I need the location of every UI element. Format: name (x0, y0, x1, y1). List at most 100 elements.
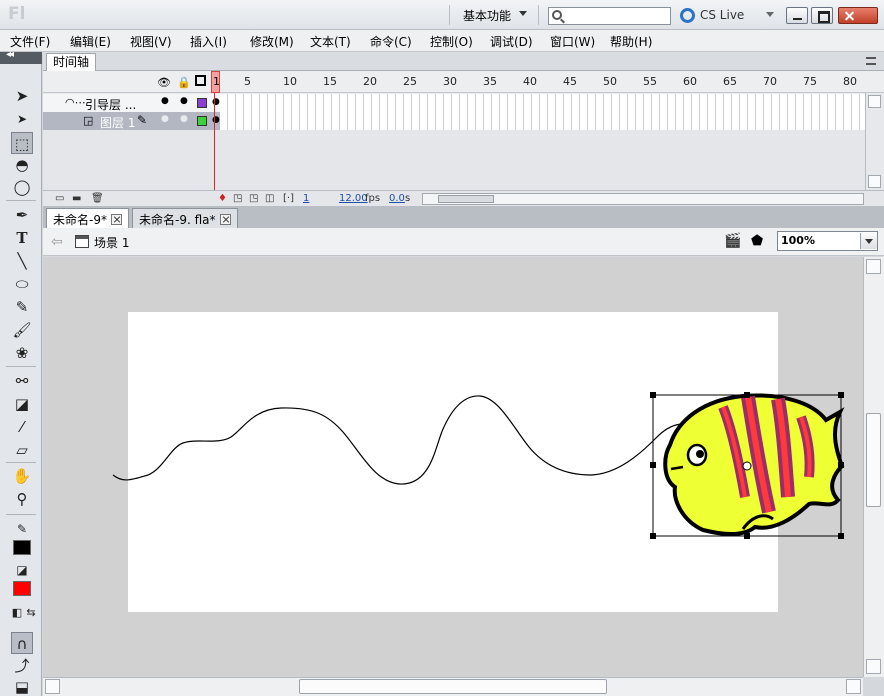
zoom-value[interactable]: 100% (781, 234, 815, 247)
lock-dot-icon[interactable]: ● (180, 114, 188, 124)
frames-guide-layer[interactable] (220, 94, 865, 112)
stage-horizontal-scrollbar[interactable] (43, 677, 863, 696)
layer-name[interactable]: 引导层 ... (85, 96, 136, 113)
close-icon[interactable] (110, 214, 122, 225)
transform-handle[interactable] (838, 533, 844, 539)
collapse-icon[interactable]: ◂◂ (6, 49, 14, 60)
layer-row-guide[interactable]: ◠⋯ 引导层 ... ● ● ● (43, 94, 866, 112)
tab-label[interactable]: 未命名-9. fla* (139, 213, 216, 227)
3d-rotation-icon[interactable]: ◓ (11, 154, 33, 176)
brush-icon[interactable]: 🖌 (11, 319, 33, 341)
timeline-vertical-scrollbar[interactable] (865, 93, 884, 190)
transform-handle[interactable] (744, 392, 750, 398)
transform-handle[interactable] (650, 533, 656, 539)
scroll-up-arrow[interactable] (866, 259, 881, 274)
scroll-down-arrow[interactable] (868, 175, 881, 188)
eraser-icon[interactable]: ▱ (11, 439, 33, 461)
cs-live-label[interactable]: CS Live (700, 8, 744, 22)
stage-vertical-scrollbar[interactable] (863, 257, 884, 677)
tab-label[interactable]: 未命名-9* (53, 213, 107, 227)
tab-document-2[interactable]: 未命名-9. fla* (132, 208, 238, 228)
workspace-switcher[interactable]: 基本功能 (463, 7, 511, 24)
paint-bucket-icon[interactable]: ◪ (11, 393, 33, 415)
outline-icon[interactable] (195, 75, 206, 86)
edit-scene-icon[interactable]: 🎬 (724, 233, 741, 249)
layer-name-area[interactable]: ◲ 图层 1 ✎ ● ● (45, 112, 211, 130)
transform-handle[interactable] (744, 533, 750, 539)
pasteboard[interactable] (43, 257, 863, 677)
straighten-icon[interactable]: ⬓ (11, 676, 33, 696)
swap-colors-icon[interactable]: ⇆ (20, 602, 42, 624)
menu-commands[interactable]: 命令(C) (370, 33, 412, 50)
current-frame-value[interactable]: 1 (303, 193, 309, 204)
visible-dot-icon[interactable]: ● (161, 114, 169, 124)
snap-icon[interactable]: ∩ (11, 632, 33, 654)
tab-timeline[interactable]: 时间轴 (46, 53, 96, 71)
fill-color-icon[interactable]: ◪ (11, 559, 33, 581)
tab-document-1[interactable]: 未命名-9* (46, 208, 129, 228)
lock-icon[interactable]: 🔒 (177, 76, 191, 89)
frame-ruler[interactable]: 5 10 15 20 25 30 35 40 45 50 55 60 65 70… (211, 71, 865, 93)
visible-dot-icon[interactable]: ● (161, 96, 169, 106)
new-folder-icon[interactable]: ▬ (72, 193, 81, 204)
menu-control[interactable]: 控制(O) (430, 33, 473, 50)
registration-point[interactable] (742, 461, 752, 471)
help-search-input[interactable] (548, 7, 671, 25)
minimize-button[interactable] (786, 7, 808, 24)
panel-menu-icon[interactable] (866, 57, 876, 65)
zoom-icon[interactable]: ⚲ (11, 488, 33, 510)
chevron-down-icon[interactable] (860, 233, 877, 249)
motion-guide-path[interactable] (112, 395, 748, 485)
menu-debug[interactable]: 调试(D) (490, 33, 533, 50)
layer-color-swatch[interactable] (197, 98, 207, 108)
onion-outline-icon[interactable]: ◳ (249, 193, 258, 204)
oval-icon[interactable]: ⬭ (11, 273, 33, 295)
eye-icon[interactable]: 👁 (157, 76, 171, 89)
transform-handle[interactable] (650, 392, 656, 398)
deco-icon[interactable]: ❀ (11, 342, 33, 364)
scroll-thumb[interactable] (866, 413, 881, 507)
chevron-down-icon[interactable] (766, 12, 774, 17)
edit-multiple-icon[interactable]: ◫ (265, 193, 274, 204)
fill-color-swatch[interactable] (13, 581, 31, 596)
transform-handle[interactable] (838, 462, 844, 468)
elapsed-time-value[interactable]: 0.0 (389, 193, 405, 204)
layer-color-swatch[interactable] (197, 116, 207, 126)
lock-dot-icon[interactable]: ● (180, 96, 188, 106)
scroll-left-arrow[interactable] (45, 679, 60, 694)
hand-icon[interactable]: ✋ (11, 465, 33, 487)
free-transform-icon[interactable]: ⬚ (11, 132, 33, 154)
scroll-thumb[interactable] (438, 195, 494, 203)
edit-symbol-icon[interactable]: ⬟ (751, 233, 763, 249)
fish-symbol[interactable] (663, 393, 845, 537)
smooth-icon[interactable]: ⤴ (11, 655, 33, 677)
scroll-up-arrow[interactable] (868, 95, 881, 108)
close-icon[interactable] (219, 214, 231, 225)
layer-row-layer1[interactable]: ◲ 图层 1 ✎ ● ● ● (43, 112, 866, 130)
lasso-icon[interactable]: ◯ (11, 176, 33, 198)
close-button[interactable] (838, 7, 878, 24)
transform-handle[interactable] (650, 462, 656, 468)
menu-text[interactable]: 文本(T) (310, 33, 351, 50)
scene-label[interactable]: 场景 1 (94, 234, 129, 251)
selection-icon[interactable]: ➤ (11, 85, 33, 107)
maximize-button[interactable] (811, 7, 833, 24)
onion-markers-icon[interactable]: [·] (283, 193, 294, 204)
layer-name[interactable]: 图层 1 (100, 114, 135, 131)
layer-name-area[interactable]: ◠⋯ 引导层 ... ● ● (45, 94, 211, 112)
panel-collapse-bar[interactable]: ◂◂ (0, 49, 42, 64)
menu-edit[interactable]: 编辑(E) (70, 33, 111, 50)
scroll-down-arrow[interactable] (866, 659, 881, 674)
cs-live-icon[interactable] (680, 8, 695, 23)
stage-artwork[interactable] (43, 257, 863, 677)
menu-view[interactable]: 视图(V) (130, 33, 172, 50)
stroke-color-icon[interactable]: ✎ (11, 518, 33, 540)
chevron-down-icon[interactable] (519, 11, 527, 16)
frames-layer1[interactable] (220, 112, 865, 130)
menu-window[interactable]: 窗口(W) (550, 33, 595, 50)
scroll-thumb[interactable] (299, 679, 607, 694)
center-frame-icon[interactable]: ♦ (218, 193, 227, 204)
new-layer-icon[interactable]: ▭ (55, 193, 64, 204)
menu-help[interactable]: 帮助(H) (610, 33, 652, 50)
subselection-icon[interactable]: ➤ (11, 108, 33, 130)
